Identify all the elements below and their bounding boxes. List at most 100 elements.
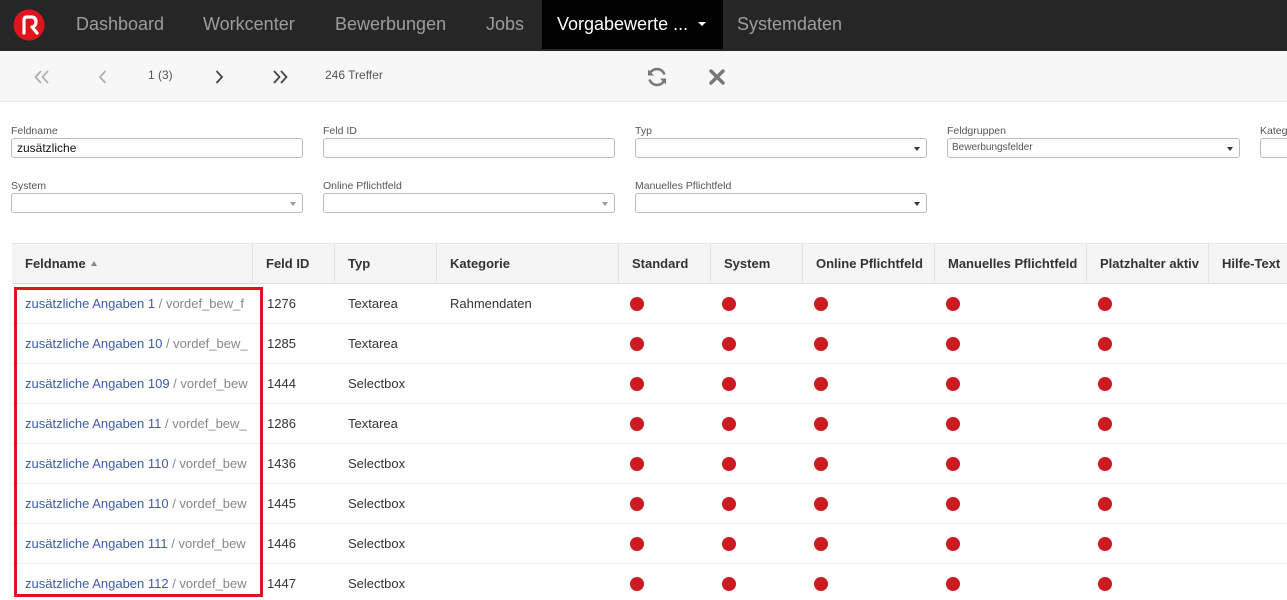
- result-count: 246 Treffer: [325, 68, 383, 82]
- dropdown-arrow-icon: [290, 202, 296, 206]
- table-header: Feldname Feld ID Typ Kategorie Standard …: [12, 243, 1287, 284]
- system-label: System: [11, 180, 47, 192]
- feldname-suffix: / vordef_bew_: [161, 416, 247, 431]
- feld-id-input[interactable]: [323, 138, 615, 158]
- platzhalter-aktiv-status-dot: [1098, 337, 1112, 351]
- kategorie-select[interactable]: [1260, 138, 1287, 158]
- online-pflichtfeld-status-dot: [814, 457, 828, 471]
- nav-vorgabewerte-label: Vorgabewerte ...: [557, 14, 689, 34]
- platzhalter-aktiv-status-dot: [1098, 537, 1112, 551]
- feldname-link[interactable]: zusätzliche Angaben 1: [25, 296, 155, 311]
- table-row[interactable]: zusätzliche Angaben 109 / vordef_bew 1444…: [12, 364, 1287, 404]
- feldname-input[interactable]: zusätzliche: [11, 138, 303, 158]
- online-pflichtfeld-status-dot: [814, 337, 828, 351]
- platzhalter-aktiv-status-dot: [1098, 497, 1112, 511]
- nav-dashboard[interactable]: Dashboard: [76, 0, 164, 49]
- feld-id-cell: 1285: [267, 336, 296, 351]
- typ-cell: Textarea: [348, 296, 398, 311]
- platzhalter-aktiv-status-dot: [1098, 417, 1112, 431]
- column-header-hilfe-text[interactable]: Hilfe-Text: [1209, 244, 1287, 284]
- manuelles-pflichtfeld-status-dot: [946, 497, 960, 511]
- platzhalter-aktiv-status-dot: [1098, 577, 1112, 591]
- kategorie-label: Katego: [1260, 125, 1287, 137]
- column-header-system[interactable]: System: [711, 244, 803, 284]
- feldgruppen-label: Feldgruppen: [947, 125, 1006, 137]
- system-status-dot: [722, 297, 736, 311]
- typ-select[interactable]: [635, 138, 927, 158]
- feld-id-label: Feld ID: [323, 125, 357, 137]
- manuelles-pflichtfeld-status-dot: [946, 297, 960, 311]
- feldname-cell: zusätzliche Angaben 10 / vordef_bew_: [25, 324, 251, 363]
- nav-vorgabewerte-dropdown[interactable]: Vorgabewerte ...: [542, 0, 723, 49]
- feldname-suffix: / vordef_bew_: [162, 336, 248, 351]
- standard-status-dot: [630, 297, 644, 311]
- feldname-link[interactable]: zusätzliche Angaben 110: [25, 496, 169, 511]
- feldname-link[interactable]: zusätzliche Angaben 110: [25, 456, 169, 471]
- system-status-dot: [722, 417, 736, 431]
- feldname-suffix: / vordef_bew: [168, 496, 247, 511]
- column-header-feldname[interactable]: Feldname: [12, 244, 253, 284]
- feld-id-cell: 1444: [267, 376, 296, 391]
- column-header-online-pflichtfeld[interactable]: Online Pflichtfeld: [803, 244, 935, 284]
- kategorie-cell: [450, 564, 610, 600]
- feldname-link[interactable]: zusätzliche Angaben 10: [25, 336, 162, 351]
- kategorie-cell: [450, 484, 610, 523]
- column-header-standard[interactable]: Standard: [619, 244, 711, 284]
- manuelles-pflichtfeld-label: Manuelles Pflichtfeld: [635, 180, 732, 192]
- standard-status-dot: [630, 457, 644, 471]
- table-row[interactable]: zusätzliche Angaben 1 / vordef_bew_f 1276…: [12, 284, 1287, 324]
- feldname-link[interactable]: zusätzliche Angaben 11: [25, 416, 161, 431]
- brand-logo-icon[interactable]: [13, 9, 45, 41]
- feldname-link[interactable]: zusätzliche Angaben 112: [25, 576, 169, 591]
- column-header-manuelles-pflichtfeld[interactable]: Manuelles Pflichtfeld: [935, 244, 1087, 284]
- dropdown-arrow-icon: [914, 202, 920, 206]
- nav-systemdaten[interactable]: Systemdaten: [737, 0, 842, 49]
- table-row[interactable]: zusätzliche Angaben 10 / vordef_bew_ 1285…: [12, 324, 1287, 364]
- feldgruppen-select[interactable]: Bewerbungsfelder: [947, 138, 1240, 158]
- system-status-dot: [722, 457, 736, 471]
- kategorie-cell: [450, 444, 610, 483]
- typ-cell: Selectbox: [348, 576, 406, 591]
- clear-filter-button[interactable]: [704, 51, 730, 102]
- column-header-typ[interactable]: Typ: [335, 244, 437, 284]
- refresh-button[interactable]: [643, 51, 671, 102]
- table-row[interactable]: zusätzliche Angaben 11 / vordef_bew_ 1286…: [12, 404, 1287, 444]
- feld-id-cell: 1286: [267, 416, 296, 431]
- column-header-feld-id[interactable]: Feld ID: [253, 244, 335, 284]
- next-page-button[interactable]: [208, 51, 230, 102]
- platzhalter-aktiv-status-dot: [1098, 377, 1112, 391]
- table-row[interactable]: zusätzliche Angaben 112 / vordef_bew 1447…: [12, 564, 1287, 600]
- feldname-cell: zusätzliche Angaben 110 / vordef_bew: [25, 484, 251, 523]
- platzhalter-aktiv-status-dot: [1098, 457, 1112, 471]
- nav-jobs[interactable]: Jobs: [486, 0, 524, 49]
- system-status-dot: [722, 577, 736, 591]
- column-header-platzhalter-aktiv[interactable]: Platzhalter aktiv: [1087, 244, 1209, 284]
- feld-id-cell: 1446: [267, 536, 296, 551]
- online-pflichtfeld-status-dot: [814, 417, 828, 431]
- feld-id-cell: 1276: [267, 296, 296, 311]
- manuelles-pflichtfeld-status-dot: [946, 457, 960, 471]
- feldname-link[interactable]: zusätzliche Angaben 111: [25, 536, 168, 551]
- previous-page-button[interactable]: [92, 51, 114, 102]
- feldname-suffix: / vordef_bew: [169, 376, 248, 391]
- last-page-button[interactable]: [268, 51, 292, 102]
- first-page-button[interactable]: [30, 51, 54, 102]
- table-row[interactable]: zusätzliche Angaben 110 / vordef_bew 1436…: [12, 444, 1287, 484]
- feldname-suffix: / vordef_bew: [168, 576, 247, 591]
- table-row[interactable]: zusätzliche Angaben 111 / vordef_bew 1446…: [12, 524, 1287, 564]
- online-pflichtfeld-status-dot: [814, 377, 828, 391]
- previous-page-icon: [98, 69, 107, 84]
- nav-workcenter[interactable]: Workcenter: [203, 0, 295, 49]
- online-pflichtfeld-select[interactable]: [323, 193, 615, 213]
- dropdown-arrow-icon: [1227, 147, 1233, 151]
- feldname-link[interactable]: zusätzliche Angaben 109: [25, 376, 170, 391]
- column-header-kategorie[interactable]: Kategorie: [437, 244, 619, 284]
- table-row[interactable]: zusätzliche Angaben 110 / vordef_bew 1445…: [12, 484, 1287, 524]
- system-select[interactable]: [11, 193, 303, 213]
- dropdown-arrow-icon: [914, 147, 920, 151]
- manuelles-pflichtfeld-select[interactable]: [635, 193, 927, 213]
- system-status-dot: [722, 377, 736, 391]
- kategorie-cell: Rahmendaten: [450, 296, 532, 311]
- first-page-icon: [34, 69, 49, 84]
- nav-bewerbungen[interactable]: Bewerbungen: [335, 0, 446, 49]
